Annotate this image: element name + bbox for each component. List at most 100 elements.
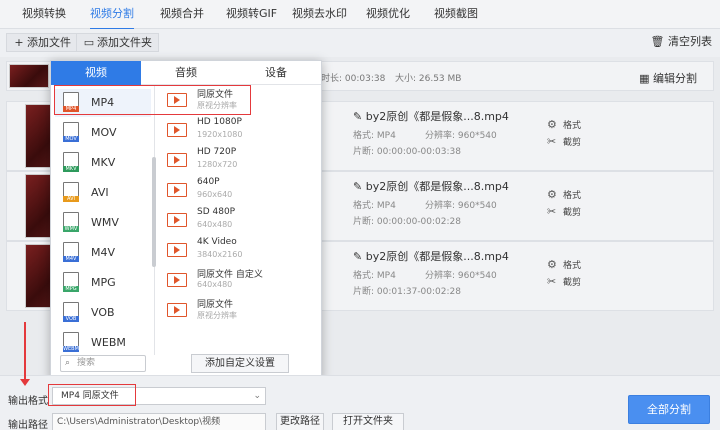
add-file-button[interactable]: + 添加文件 [6, 33, 78, 52]
output-format-annotation-box [48, 384, 136, 406]
webm-file-icon: WEBM [63, 332, 79, 352]
preset-item[interactable]: 同原文件 自定义 640x480 [155, 265, 321, 295]
preset-item[interactable]: HD 720P 1280x720 [155, 145, 321, 175]
file-resolution: 分辨率: 960*540 [425, 131, 497, 141]
tab-video-to-gif[interactable]: 视频转GIF [226, 0, 277, 29]
add-file-label: 添加文件 [27, 36, 71, 49]
format-item-m4v[interactable]: M4V M4V [55, 239, 151, 267]
webm-icon-band: WEBM [63, 346, 79, 352]
file-name[interactable]: ✎ by2原创《都是假象...8.mp4 [353, 108, 509, 124]
pencil-icon: ✎ [353, 180, 363, 193]
cut-button[interactable]: ✂ 截剪 [547, 275, 581, 288]
edit-split-button[interactable]: ▦ 编辑分割 [639, 70, 697, 86]
mpg-file-icon: MPG [63, 272, 79, 292]
format-popup: 视频 音频 设备 MP4 MP4 MOV MOV MKV MKV AVI AVI… [50, 60, 322, 380]
file-name[interactable]: ✎ by2原创《都是假象...8.mp4 [353, 178, 509, 194]
preset-subtitle: 960x640 [197, 190, 233, 199]
format-settings-button[interactable]: ⚙ 格式 [547, 258, 581, 271]
tab-video-screenshot[interactable]: 视频截图 [434, 0, 478, 29]
tab-video-merge[interactable]: 视频合并 [160, 0, 204, 29]
file-name-text: by2原创《都是假象...8.mp4 [365, 180, 509, 193]
preset-title: 640P [197, 177, 220, 187]
preset-subtitle: 1920x1080 [197, 130, 243, 139]
format-label: MPG [91, 276, 116, 289]
format-item-wmv[interactable]: WMV WMV [55, 209, 151, 237]
highlight-annotation-box [54, 85, 251, 115]
format-label: AVI [91, 186, 109, 199]
chevron-down-icon: ⌄ [253, 391, 261, 401]
format-label: WMV [91, 216, 119, 229]
change-path-button[interactable]: 更改路径 [276, 413, 324, 430]
preset-subtitle: 1280x720 [197, 160, 238, 169]
format-settings-button[interactable]: ⚙ 格式 [547, 188, 581, 201]
gear-icon: ⚙ [547, 258, 557, 271]
format-settings-button[interactable]: ⚙ 格式 [547, 118, 581, 131]
m4v-icon-band: M4V [63, 256, 79, 262]
red-arrow-annotation [20, 322, 30, 386]
tab-video-optimize[interactable]: 视频优化 [366, 0, 410, 29]
scissors-icon: ✂ [547, 205, 557, 218]
mkv-icon-band: MKV [63, 166, 79, 172]
scissors-icon: ✂ [547, 275, 557, 288]
preset-list: 同原文件 原视分辨率 HD 1080P 1920x1080 HD 720P 12… [155, 85, 321, 325]
folder-icon: ▭ [83, 36, 95, 49]
edit-split-label: 编辑分割 [653, 72, 697, 85]
popup-tab-device[interactable]: 设备 [231, 61, 321, 85]
add-folder-label: 添加文件夹 [97, 36, 152, 49]
output-path-label: 输出路径 [8, 420, 48, 430]
preset-subtitle: 3840x2160 [197, 250, 243, 259]
format-item-webm[interactable]: WEBM WEBM [55, 329, 151, 357]
video-preset-icon [167, 243, 187, 257]
video-preset-icon [167, 123, 187, 137]
add-custom-settings-button[interactable]: 添加自定义设置 [191, 354, 289, 373]
preset-title: 4K Video [197, 237, 237, 247]
tab-remove-watermark[interactable]: 视频去水印 [292, 0, 347, 29]
file-resolution: 分辨率: 960*540 [425, 271, 497, 281]
file-name[interactable]: ✎ by2原创《都是假象...8.mp4 [353, 248, 509, 264]
popup-tab-video[interactable]: 视频 [51, 61, 141, 85]
avi-icon-band: AVI [63, 196, 79, 202]
cut-button[interactable]: ✂ 截剪 [547, 205, 581, 218]
split-all-button[interactable]: 全部分割 [628, 395, 710, 424]
format-item-vob[interactable]: VOB VOB [55, 299, 151, 327]
preset-title: 同原文件 自定义 [197, 270, 263, 280]
cut-button[interactable]: ✂ 截剪 [547, 135, 581, 148]
clear-list-button[interactable]: 🗑 清空列表 [651, 33, 712, 52]
popup-tab-audio[interactable]: 音频 [141, 61, 231, 85]
preset-item[interactable]: 同原文件 原视分辨率 [155, 295, 321, 325]
popup-tabs: 视频 音频 设备 [51, 61, 321, 85]
format-item-mpg[interactable]: MPG MPG [55, 269, 151, 297]
avi-file-icon: AVI [63, 182, 79, 202]
mov-icon-band: MOV [63, 136, 79, 142]
file-format: 格式: MP4 [353, 201, 396, 211]
plus-icon: + [14, 36, 24, 49]
gear-icon: ⚙ [547, 188, 557, 201]
format-label: WEBM [91, 336, 126, 349]
preset-item[interactable]: SD 480P 640x480 [155, 205, 321, 235]
format-settings-label: 格式 [563, 121, 582, 131]
format-item-mkv[interactable]: MKV MKV [55, 149, 151, 177]
open-folder-button[interactable]: 打开文件夹 [332, 413, 404, 430]
tab-video-split[interactable]: 视频分割 [90, 0, 134, 30]
video-preset-icon [167, 213, 187, 227]
search-icon: ⌕ [65, 358, 71, 368]
output-path-field[interactable]: C:\Users\Administrator\Desktop\视频 [52, 413, 266, 430]
preset-item[interactable]: 4K Video 3840x2160 [155, 235, 321, 265]
tab-video-convert[interactable]: 视频转换 [22, 0, 66, 29]
grid-icon: ▦ [639, 72, 650, 85]
mov-file-icon: MOV [63, 122, 79, 142]
wmv-icon-band: WMV [63, 226, 79, 232]
format-item-avi[interactable]: AVI AVI [55, 179, 151, 207]
format-search-input[interactable]: ⌕ 搜索 [60, 355, 146, 372]
video-preset-icon [167, 303, 187, 317]
preset-item[interactable]: 640P 960x640 [155, 175, 321, 205]
output-format-label: 输出格式 [8, 396, 48, 407]
search-placeholder: 搜索 [77, 358, 96, 368]
wmv-file-icon: WMV [63, 212, 79, 232]
format-label: VOB [91, 306, 115, 319]
preset-item[interactable]: HD 1080P 1920x1080 [155, 115, 321, 145]
top-tab-bar: 视频转换 视频分割 视频合并 视频转GIF 视频去水印 视频优化 视频截图 [0, 0, 720, 30]
add-folder-button[interactable]: ▭ 添加文件夹 [76, 33, 159, 52]
vob-file-icon: VOB [63, 302, 79, 322]
format-item-mov[interactable]: MOV MOV [55, 119, 151, 147]
